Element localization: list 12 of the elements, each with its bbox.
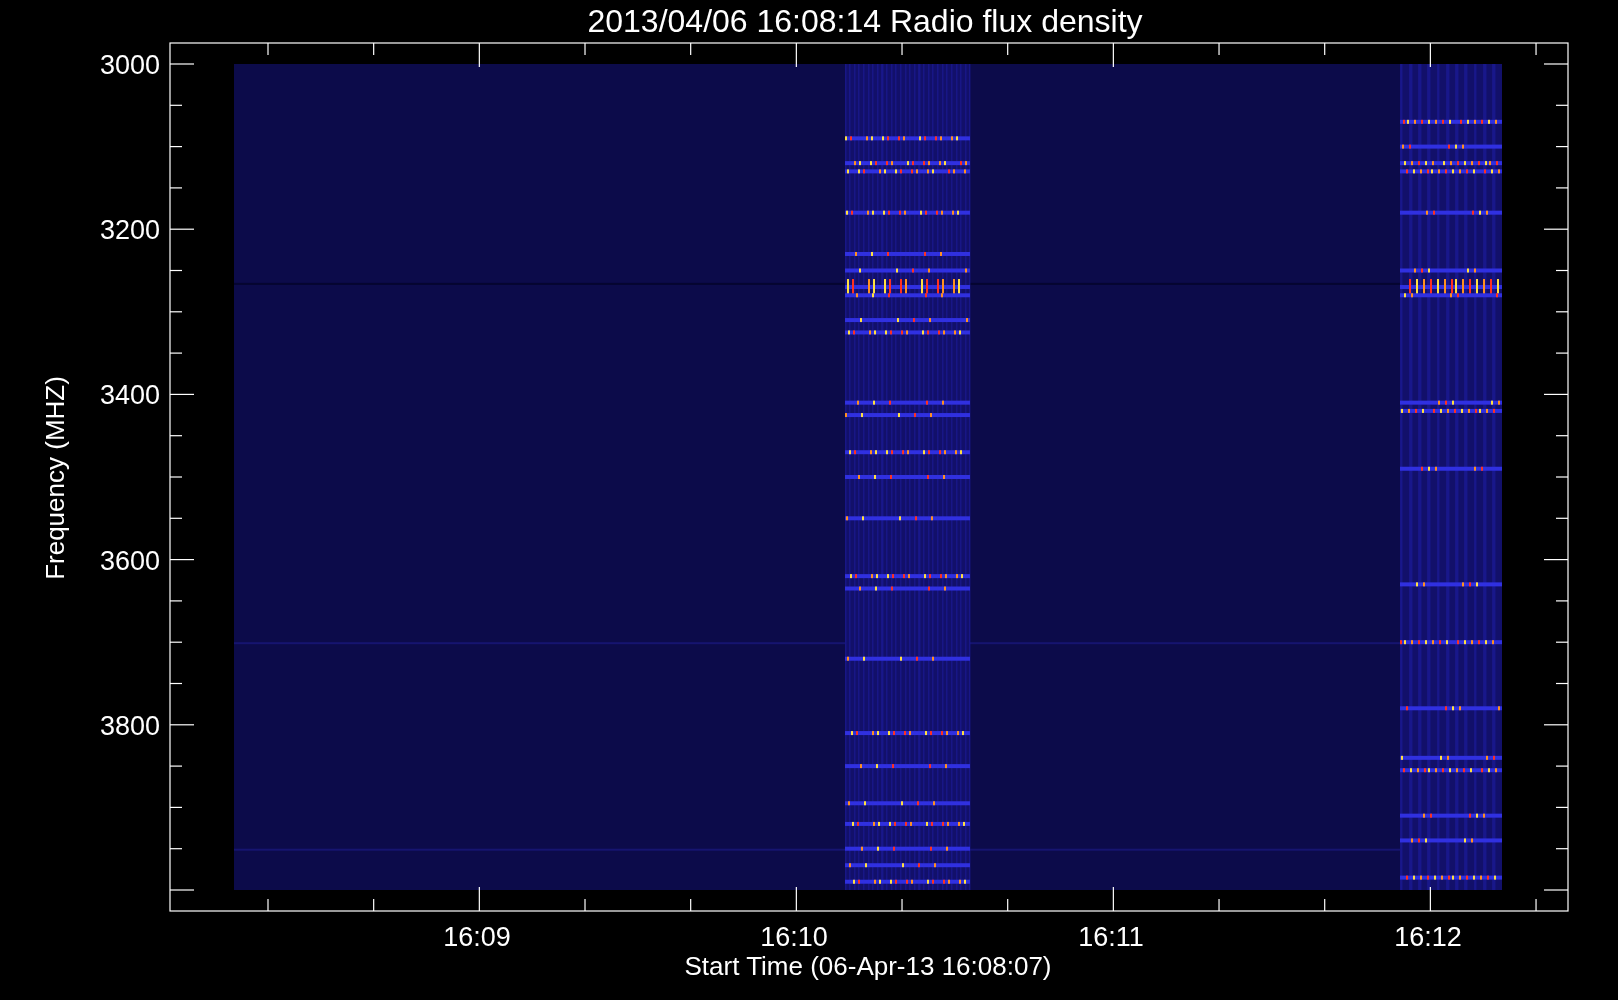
tick-label: 3400: [99, 380, 160, 411]
tick-label: 3000: [99, 50, 160, 80]
tick-label: 3800: [99, 710, 160, 741]
axis-label: Start Time (06-Apr-13 16:08:07): [684, 951, 1052, 981]
tick-label: 3200: [99, 215, 160, 246]
tick-label: 16:10: [760, 922, 828, 952]
tick-label: 16:09: [443, 922, 511, 952]
tick-label: 3600: [99, 545, 160, 576]
tick-label: 16:12: [1394, 922, 1462, 952]
axis-label: Frequency (MHZ): [40, 376, 70, 580]
chart-title: 2013/04/06 16:08:14 Radio flux density: [587, 3, 1143, 39]
tick-label: 16:11: [1078, 922, 1144, 952]
